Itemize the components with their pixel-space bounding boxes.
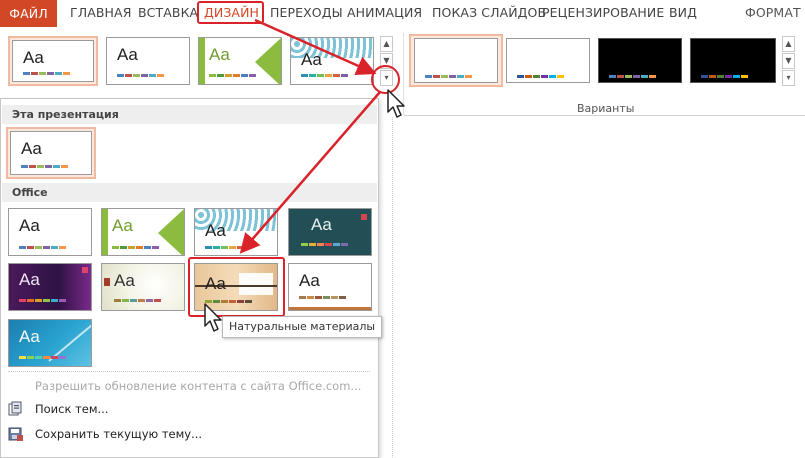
mouse-cursor-icon [387, 89, 405, 118]
mouse-cursor-icon [204, 303, 222, 332]
arrow-more-to-theme [239, 91, 381, 254]
annotation-arrows [239, 18, 381, 254]
arrow-design-to-more [254, 18, 377, 76]
